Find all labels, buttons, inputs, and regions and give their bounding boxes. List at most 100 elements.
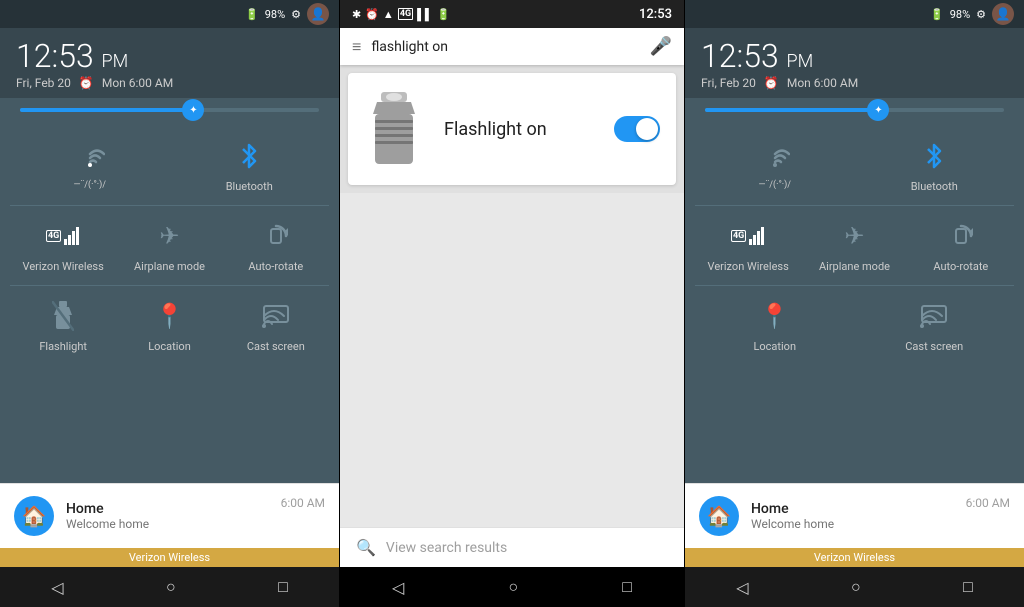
right-qs-autorotate[interactable]: Auto-rotate (916, 208, 1006, 281)
center-search-bar[interactable]: ≡ flashlight on 🎤 (340, 28, 684, 65)
alarm-status-icon: ⏰ (365, 8, 379, 21)
airplane-icon: ✈ (149, 216, 189, 256)
right-qs-location[interactable]: 📍 Location (730, 288, 820, 361)
cast-icon (256, 296, 296, 336)
rotate-icon (256, 216, 296, 256)
right-status-icons: 🔋 98% ⚙ 👤 (930, 3, 1014, 25)
settings-icon[interactable]: ⚙ (291, 8, 301, 21)
right-recents-button[interactable]: □ (963, 577, 973, 597)
center-status-left-icons: ✱ ⏰ ▲ 4G ▌▌ 🔋 (352, 8, 450, 21)
right-qs-row-2: 4G Verizon Wireless ✈ Airplane mode (695, 208, 1014, 281)
flashlight-toggle[interactable] (614, 116, 660, 142)
qs-location[interactable]: 📍 Location (124, 288, 214, 361)
google-content-area (340, 193, 684, 527)
flashlight-icon (43, 296, 83, 336)
right-notif-subtitle: Welcome home (751, 517, 954, 531)
right-brightness-row[interactable] (685, 98, 1024, 122)
right-notif-home-icon: 🏠 (699, 496, 739, 536)
right-qs-cast[interactable]: Cast screen (889, 288, 979, 361)
qs-airplane[interactable]: ✈ Airplane mode (124, 208, 214, 281)
notif-content: Home Welcome home (66, 501, 269, 531)
rotate-label: Auto-rotate (248, 260, 303, 273)
right-back-button[interactable]: ◁ (736, 578, 748, 597)
right-phone-panel: 🔋 98% ⚙ 👤 12:53 PM Fri, Feb 20 ⏰ Mon 6:0… (684, 0, 1024, 607)
left-phone-panel: 🔋 98% ⚙ 👤 12:53 PM Fri, Feb 20 ⏰ Mon 6:0… (0, 0, 340, 607)
qs-bluetooth[interactable]: Bluetooth (204, 128, 294, 201)
center-back-button[interactable]: ◁ (392, 578, 404, 597)
right-time: 12:53 PM (701, 40, 1008, 72)
view-search-text[interactable]: View search results (386, 540, 507, 556)
qs-autorotate[interactable]: Auto-rotate (231, 208, 321, 281)
flashlight-image (364, 89, 424, 169)
recents-button[interactable]: □ (278, 577, 288, 597)
qs-row-2: 4G Verizon Wireless ✈ Airplane mode (10, 208, 329, 281)
right-brightness-fill (705, 108, 884, 112)
qs-verizon[interactable]: 4G Verizon Wireless (18, 208, 108, 281)
right-battery-icon: 🔋 (930, 8, 944, 21)
center-recents-button[interactable]: □ (622, 577, 632, 597)
right-quick-settings: —¨/(·°·)/ Bluetooth 4G (685, 122, 1024, 483)
right-notif-content: Home Welcome home (751, 501, 954, 531)
right-qs-bluetooth[interactable]: Bluetooth (889, 128, 979, 201)
flashlight-info: Flashlight on (444, 116, 660, 142)
right-qs-airplane[interactable]: ✈ Airplane mode (809, 208, 899, 281)
brightness-thumb (182, 99, 204, 121)
hamburger-icon[interactable]: ≡ (352, 37, 361, 57)
brightness-fill (20, 108, 199, 112)
qs-flashlight[interactable]: Flashlight (18, 288, 108, 361)
wifi-icon (70, 136, 110, 176)
back-button[interactable]: ◁ (51, 578, 63, 597)
right-rotate-icon (941, 216, 981, 256)
left-brightness-slider[interactable] (20, 108, 319, 112)
flashlight-label: Flashlight (39, 340, 87, 353)
notif-subtitle: Welcome home (66, 517, 269, 531)
right-airplane-icon: ✈ (834, 216, 874, 256)
right-bluetooth-label: Bluetooth (911, 180, 958, 193)
qs-cast[interactable]: Cast screen (231, 288, 321, 361)
right-settings-icon[interactable]: ⚙ (976, 8, 986, 21)
bluetooth-label: Bluetooth (226, 180, 273, 193)
right-avatar-icon[interactable]: 👤 (992, 3, 1014, 25)
right-bluetooth-icon (914, 136, 954, 176)
right-datetime: 12:53 PM Fri, Feb 20 ⏰ Mon 6:00 AM (685, 28, 1024, 98)
center-status-bar: ✱ ⏰ ▲ 4G ▌▌ 🔋 12:53 (340, 0, 684, 28)
wifi-label: —¨/(·°·)/ (74, 180, 107, 190)
search-query[interactable]: flashlight on (371, 39, 639, 55)
right-qs-verizon[interactable]: 4G Verizon Wireless (703, 208, 793, 281)
left-status-bar: 🔋 98% ⚙ 👤 (0, 0, 339, 28)
signal-status-icon: ▌▌ (417, 8, 433, 21)
right-status-bar: 🔋 98% ⚙ 👤 (685, 0, 1024, 28)
toggle-thumb (636, 118, 658, 140)
left-date: Fri, Feb 20 ⏰ Mon 6:00 AM (16, 76, 323, 90)
airplane-label: Airplane mode (134, 260, 205, 273)
right-brightness-slider[interactable] (705, 108, 1004, 112)
home-button[interactable]: ○ (166, 577, 176, 597)
right-notification[interactable]: 🏠 Home Welcome home 6:00 AM (685, 483, 1024, 548)
right-rotate-label: Auto-rotate (933, 260, 988, 273)
avatar-icon[interactable]: 👤 (307, 3, 329, 25)
right-notif-title: Home (751, 501, 954, 517)
left-time: 12:53 PM (16, 40, 323, 72)
lte-status: 4G (398, 8, 413, 20)
bt-status-icon: ✱ (352, 8, 361, 21)
bottom-search-bar[interactable]: 🔍 View search results (340, 527, 684, 567)
battery-icon: 🔋 (245, 8, 259, 21)
verizon-label: Verizon Wireless (23, 260, 104, 273)
right-date: Fri, Feb 20 ⏰ Mon 6:00 AM (701, 76, 1008, 90)
left-notification[interactable]: 🏠 Home Welcome home 6:00 AM (0, 483, 339, 548)
right-battery-text: 98% (950, 8, 970, 21)
right-carrier-bar: Verizon Wireless (685, 548, 1024, 567)
right-wifi-icon (755, 136, 795, 176)
right-qs-wifi[interactable]: —¨/(·°·)/ (730, 128, 820, 201)
sync-icon: ▲ (383, 8, 394, 21)
right-airplane-label: Airplane mode (819, 260, 890, 273)
bottom-search-icon: 🔍 (356, 538, 376, 557)
flashlight-card-label: Flashlight on (444, 119, 547, 140)
left-brightness-row[interactable] (0, 98, 339, 122)
right-home-button[interactable]: ○ (851, 577, 861, 597)
qs-row-3: Flashlight 📍 Location Cast screen (10, 288, 329, 361)
mic-icon[interactable]: 🎤 (650, 36, 672, 57)
left-datetime: 12:53 PM Fri, Feb 20 ⏰ Mon 6:00 AM (0, 28, 339, 98)
center-home-button[interactable]: ○ (508, 577, 518, 597)
qs-wifi[interactable]: —¨/(·°·)/ (45, 128, 135, 201)
